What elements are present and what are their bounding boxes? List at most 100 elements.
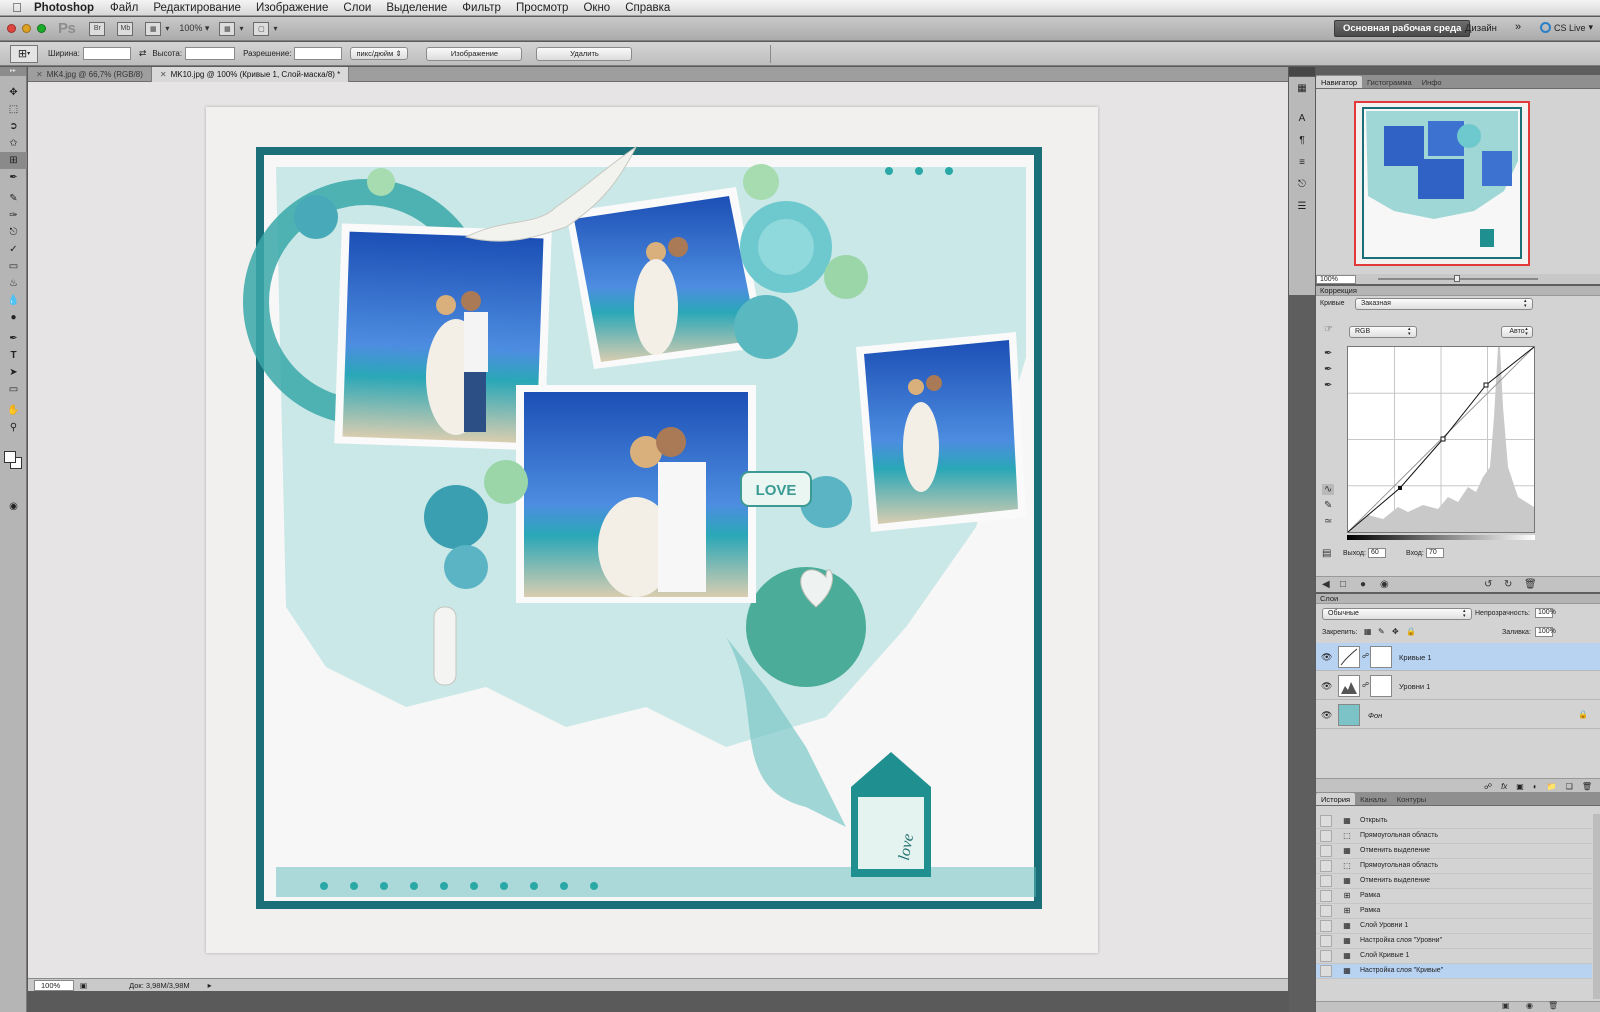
view-extras-icon[interactable]: ▦ bbox=[145, 21, 162, 36]
layer-row-curves[interactable]: 👁 ☍ Кривые 1 bbox=[1316, 643, 1600, 671]
white-point-eyedropper-icon[interactable]: ✒ bbox=[1324, 380, 1332, 391]
cs-live-button[interactable]: CS Live ▾ bbox=[1540, 22, 1593, 33]
history-scrollbar[interactable] bbox=[1593, 814, 1600, 999]
new-document-from-state-icon[interactable]: ▣ bbox=[1502, 1001, 1510, 1010]
menu-image[interactable]: Изображение bbox=[256, 2, 328, 14]
new-layer-icon[interactable]: ❏ bbox=[1566, 782, 1573, 791]
status-zoom-field[interactable]: 100% bbox=[34, 979, 74, 991]
paragraph-panel-icon[interactable]: ¶ bbox=[1289, 129, 1315, 151]
toolbar-grip[interactable]: ▸▸ bbox=[0, 67, 26, 76]
foreground-color-swatch[interactable] bbox=[4, 451, 16, 463]
history-item[interactable]: ⬚ Прямоугольная область bbox=[1316, 859, 1592, 874]
clear-button[interactable]: Удалить bbox=[536, 46, 633, 61]
tab-navigator[interactable]: Навигатор bbox=[1316, 76, 1363, 88]
minibridge-icon[interactable]: Mb bbox=[117, 21, 134, 36]
path-select-tool-icon[interactable]: ➤ bbox=[0, 364, 27, 381]
history-item[interactable]: ▦ Отменить выделение bbox=[1316, 844, 1592, 859]
width-input[interactable] bbox=[82, 47, 131, 60]
opacity-field[interactable]: 100% bbox=[1535, 608, 1556, 618]
delete-adjustment-icon[interactable]: 🗑 bbox=[1524, 579, 1537, 590]
pen-tool-icon[interactable]: ✒ bbox=[0, 330, 27, 347]
new-group-icon[interactable]: 📁 bbox=[1547, 782, 1557, 791]
type-tool-icon[interactable]: T bbox=[0, 347, 27, 364]
zoom-window-button[interactable] bbox=[37, 24, 46, 33]
status-menu-arrow-icon[interactable]: ▸ bbox=[208, 981, 212, 990]
brush-presets-icon[interactable]: ≡ bbox=[1289, 151, 1315, 173]
history-source-checkbox[interactable] bbox=[1320, 859, 1332, 872]
crop-tool-preset-picker[interactable]: ⊞ ▾ bbox=[10, 44, 38, 63]
history-item[interactable]: ▦ Открыть bbox=[1316, 814, 1592, 829]
clone-stamp-tool-icon[interactable]: ⎋ bbox=[0, 224, 27, 241]
menu-edit[interactable]: Редактирование bbox=[153, 2, 241, 14]
close-window-button[interactable] bbox=[7, 24, 16, 33]
zoom-tool-icon[interactable]: ⚲ bbox=[0, 419, 27, 436]
blend-mode-select[interactable]: Обычные bbox=[1322, 608, 1472, 620]
menu-layers[interactable]: Слои bbox=[343, 2, 371, 14]
curve-point[interactable] bbox=[1483, 382, 1489, 388]
eye-icon[interactable]: 👁 bbox=[1321, 681, 1332, 692]
history-source-checkbox[interactable] bbox=[1320, 814, 1332, 827]
zoom-level-select[interactable]: 100% ▾ bbox=[179, 23, 209, 34]
history-item[interactable]: ▦ Слой Уровни 1 bbox=[1316, 919, 1592, 934]
layer-mask-thumbnail[interactable] bbox=[1370, 646, 1392, 668]
new-adjustment-icon[interactable]: ◐ bbox=[1533, 782, 1538, 791]
history-item-active[interactable]: ▦ Настройка слоя "Кривые" bbox=[1316, 964, 1592, 979]
workspace-design-button[interactable]: Дизайн bbox=[1465, 23, 1497, 34]
blur-tool-icon[interactable]: 💧 bbox=[0, 292, 27, 309]
bridge-icon[interactable]: Br bbox=[89, 21, 106, 36]
expanded-view-icon[interactable]: □ bbox=[1340, 579, 1346, 590]
apple-icon[interactable]:  bbox=[0, 0, 34, 15]
preview-icon[interactable]: ▤ bbox=[1322, 548, 1331, 559]
link-layers-icon[interactable]: ☍ bbox=[1484, 782, 1492, 791]
front-image-button[interactable]: Изображение bbox=[426, 46, 523, 61]
history-source-checkbox[interactable] bbox=[1320, 889, 1332, 902]
lock-pixels-icon[interactable]: ✎ bbox=[1378, 627, 1385, 636]
history-source-checkbox[interactable] bbox=[1320, 844, 1332, 857]
marquee-tool-icon[interactable]: ⬚ bbox=[0, 101, 27, 118]
menu-window[interactable]: Окно bbox=[583, 2, 610, 14]
shape-tool-icon[interactable]: ▭ bbox=[0, 381, 27, 398]
curves-graph[interactable] bbox=[1347, 346, 1535, 533]
document-tab-mk10[interactable]: ✕ MK10.jpg @ 100% (Кривые 1, Слой-маска/… bbox=[151, 67, 350, 82]
layer-row-background[interactable]: 👁 Фон 🔒 bbox=[1316, 701, 1600, 729]
previous-state-icon[interactable]: ↺ bbox=[1484, 579, 1492, 590]
lasso-tool-icon[interactable]: ➲ bbox=[0, 118, 27, 135]
auto-button[interactable]: Авто bbox=[1501, 326, 1533, 338]
screen-mode-dropdown-icon[interactable]: ▾ bbox=[273, 24, 277, 33]
history-source-checkbox[interactable] bbox=[1320, 829, 1332, 842]
link-chain-icon[interactable]: ☍ bbox=[1362, 652, 1369, 660]
curve-draw-pencil-icon[interactable]: ✎ bbox=[1324, 500, 1332, 511]
clone-source-icon[interactable]: ⎋ bbox=[1289, 173, 1315, 195]
history-item[interactable]: ⬚ Прямоугольная область bbox=[1316, 829, 1592, 844]
menu-view[interactable]: Просмотр bbox=[516, 2, 569, 14]
eye-icon[interactable]: 👁 bbox=[1321, 710, 1332, 721]
move-tool-icon[interactable]: ✥ bbox=[0, 84, 27, 101]
history-source-checkbox[interactable] bbox=[1320, 934, 1332, 947]
brush-tool-icon[interactable]: ✑ bbox=[0, 207, 27, 224]
history-item[interactable]: ▦ Слой Кривые 1 bbox=[1316, 949, 1592, 964]
input-field[interactable]: 70 bbox=[1426, 548, 1444, 558]
minibridge-panel-icon[interactable]: ▦ bbox=[1289, 77, 1315, 99]
output-field[interactable]: 60 bbox=[1368, 548, 1386, 558]
workspace-more-button[interactable]: » bbox=[1515, 21, 1521, 33]
history-item[interactable]: ⊞ Рамка bbox=[1316, 889, 1592, 904]
scrapbook-image[interactable]: LOVE love bbox=[206, 107, 1098, 953]
eraser-tool-icon[interactable]: ▭ bbox=[0, 258, 27, 275]
menu-filter[interactable]: Фильтр bbox=[462, 2, 501, 14]
channel-select[interactable]: RGB bbox=[1349, 326, 1417, 338]
eyedropper-tool-icon[interactable]: ✒ bbox=[0, 169, 27, 186]
tab-paths[interactable]: Контуры bbox=[1392, 793, 1431, 805]
layer-style-fx-icon[interactable]: fx bbox=[1501, 782, 1507, 791]
menu-file[interactable]: Файл bbox=[110, 2, 138, 14]
history-item[interactable]: ⊞ Рамка bbox=[1316, 904, 1592, 919]
status-preview-icon[interactable]: ▣ bbox=[80, 981, 87, 990]
targeted-adjustment-icon[interactable]: ☞ bbox=[1324, 324, 1333, 335]
height-input[interactable] bbox=[185, 47, 236, 60]
fill-field[interactable]: 100% bbox=[1535, 627, 1556, 637]
resolution-input[interactable] bbox=[294, 47, 343, 60]
history-brush-tool-icon[interactable]: ✓ bbox=[0, 241, 27, 258]
back-to-list-icon[interactable]: ◀ bbox=[1322, 579, 1330, 590]
gray-point-eyedropper-icon[interactable]: ✒ bbox=[1324, 364, 1332, 375]
close-tab-icon[interactable]: ✕ bbox=[36, 70, 43, 79]
swap-dimensions-icon[interactable]: ⇄ bbox=[139, 48, 147, 59]
